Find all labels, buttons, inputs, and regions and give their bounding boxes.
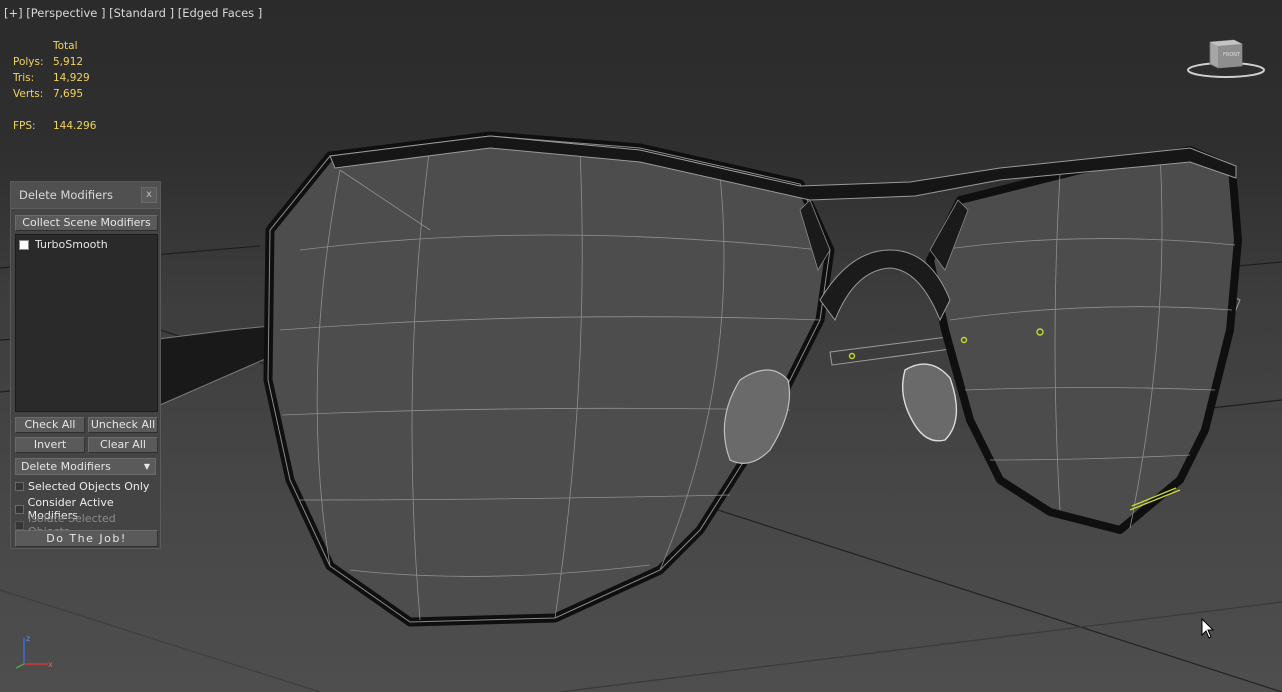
sunglasses-wireframe-model[interactable]: [0, 0, 1282, 692]
clear-all-button[interactable]: Clear All: [88, 437, 158, 453]
fps-value: 144.296: [53, 120, 97, 132]
chevron-down-icon: ▼: [143, 462, 150, 471]
stats-row-verts: Verts: 7,695: [13, 86, 96, 102]
uncheck-all-button[interactable]: Uncheck All: [88, 417, 158, 433]
do-the-job-button[interactable]: Do The Job!: [15, 530, 158, 547]
selected-objects-only-checkbox[interactable]: Selected Objects Only: [15, 480, 149, 493]
stats-key: Verts:: [13, 88, 44, 100]
invert-button[interactable]: Invert: [15, 437, 85, 453]
checkbox-icon[interactable]: [19, 239, 29, 250]
left-temple-arm: [149, 325, 273, 411]
stats-row-fps: FPS: 144.296: [13, 118, 96, 134]
viewport-statistics: Total Polys: 5,912 Tris: 14,929 Verts: 7…: [13, 38, 96, 134]
mode-dropdown[interactable]: Delete Modifiers ▼: [15, 458, 156, 475]
viewport-label[interactable]: [+] [Perspective ] [Standard ] [Edged Fa…: [4, 6, 262, 20]
stats-value: 7,695: [53, 88, 84, 100]
delete-modifiers-dialog[interactable]: Delete Modifiers x Collect Scene Modifie…: [10, 181, 161, 549]
stats-header: Total: [53, 40, 78, 52]
close-icon[interactable]: x: [141, 187, 157, 203]
option-label: Selected Objects Only: [28, 480, 150, 493]
axis-x-label: x: [48, 660, 53, 669]
mouse-cursor-icon: [1201, 618, 1215, 639]
stats-key: Tris:: [13, 72, 35, 84]
dialog-title: Delete Modifiers: [19, 188, 113, 202]
checkbox-icon[interactable]: [15, 482, 24, 491]
check-all-button[interactable]: Check All: [15, 417, 85, 433]
fps-key: FPS:: [13, 120, 36, 132]
dialog-titlebar[interactable]: Delete Modifiers x: [11, 182, 160, 209]
perspective-viewport[interactable]: [+] [Perspective ] [Standard ] [Edged Fa…: [0, 0, 1282, 692]
modifier-list[interactable]: TurboSmooth: [15, 234, 158, 412]
stats-row-tris: Tris: 14,929: [13, 70, 96, 86]
stats-value: 5,912: [53, 56, 84, 68]
mode-dropdown-value: Delete Modifiers: [21, 460, 111, 473]
nose-pads: [723, 363, 958, 464]
viewcube-label: FRONT: [1223, 52, 1241, 58]
axis-tripod-icon: z x: [15, 634, 53, 669]
stats-key: Polys:: [13, 56, 44, 68]
collect-scene-modifiers-button[interactable]: Collect Scene Modifiers: [15, 215, 158, 231]
checkbox-icon: [15, 520, 24, 530]
axis-z-label: z: [26, 634, 30, 643]
stats-value: 14,929: [53, 72, 90, 84]
viewcube-icon[interactable]: FRONT: [1186, 36, 1266, 82]
right-lens: [926, 146, 1242, 534]
stats-row-polys: Polys: 5,912: [13, 54, 96, 70]
list-item-label: TurboSmooth: [35, 238, 108, 251]
list-item[interactable]: TurboSmooth: [19, 238, 108, 251]
